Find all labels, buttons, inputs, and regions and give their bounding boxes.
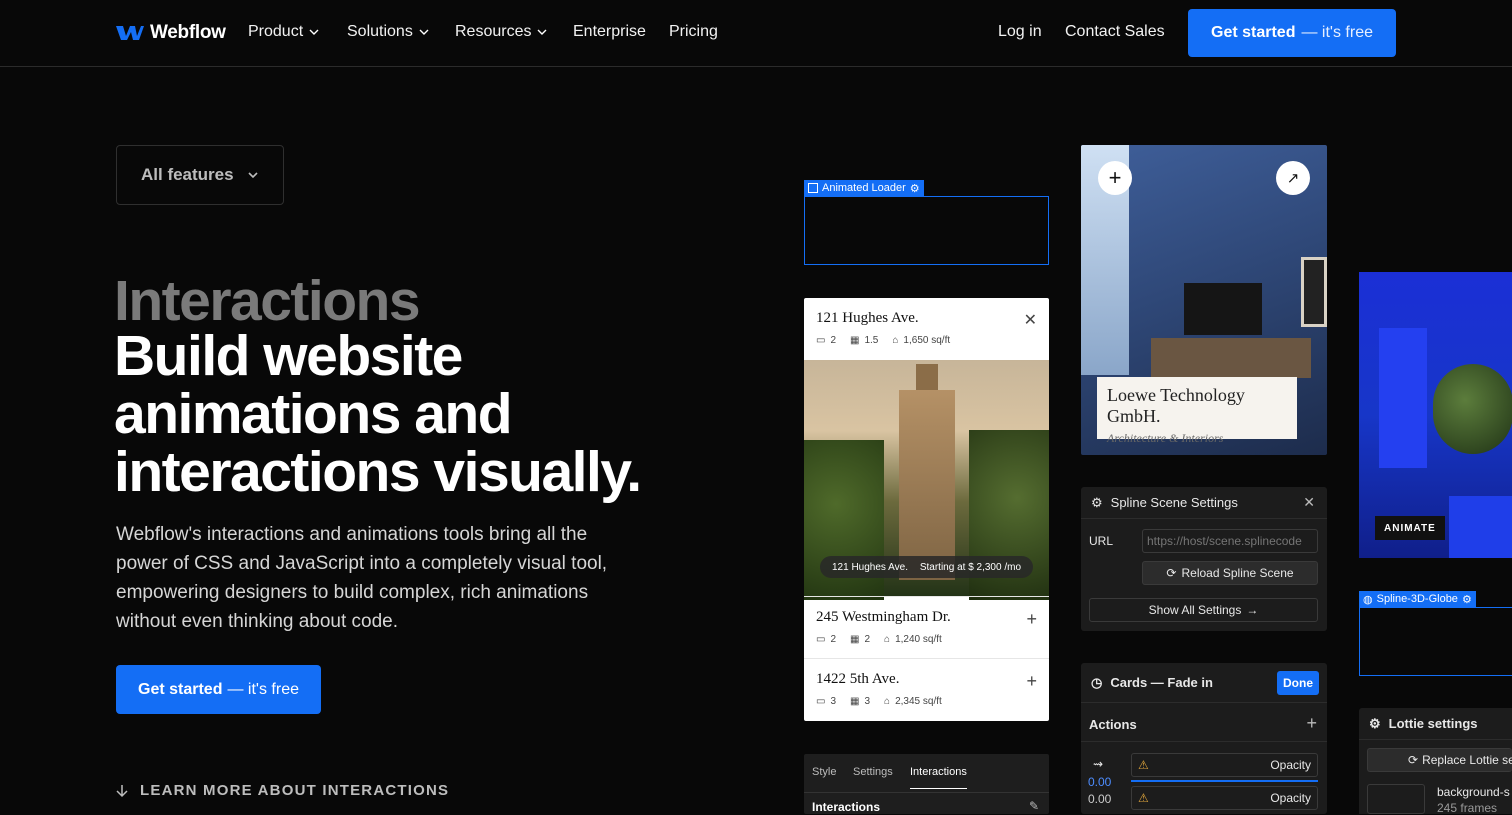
timeline-bar[interactable] — [1131, 780, 1318, 782]
bed-icon: ▭ 2 — [816, 634, 837, 645]
globe-icon: ◍ — [1363, 593, 1373, 606]
show-all-settings-button[interactable]: Show All Settings → — [1089, 598, 1318, 622]
features-select[interactable]: All features — [116, 145, 284, 205]
brand-name: Webflow — [150, 22, 226, 43]
style-panel: Style Settings Interactions Interactions… — [804, 754, 1049, 814]
webflow-logo-icon — [116, 26, 144, 40]
top-nav: Webflow Product Solutions Resources Ente… — [0, 0, 1512, 67]
arrow-right-icon: → — [1246, 603, 1259, 617]
listing-item-2[interactable]: 245 Westmingham Dr. ▭ 2 ▦ 2 ⌂ 1,240 sq/ft … — [804, 596, 1049, 658]
lottie-frames: 245 frames — [1437, 801, 1498, 815]
animate-badge[interactable]: ANIMATE — [1375, 516, 1445, 540]
element-tag-spline-globe[interactable]: ◍ Spline-3D-Globe ⚙ — [1359, 591, 1476, 607]
nav-product[interactable]: Product — [248, 23, 319, 41]
blue-sculpture-image: ANIMATE — [1359, 272, 1512, 558]
bath-icon: ▦ 1.5 — [850, 335, 879, 346]
interactions-heading: Interactions — [812, 800, 881, 814]
arrow-down-icon — [116, 784, 128, 797]
reload-spline-button[interactable]: ⟳ Reload Spline Scene — [1142, 561, 1318, 585]
gear-icon: ⚙ — [1369, 715, 1381, 731]
share-icon[interactable]: ↗ — [1276, 161, 1310, 195]
plus-icon[interactable]: + — [1026, 609, 1037, 630]
close-icon[interactable]: ✕ — [1024, 310, 1037, 330]
warning-icon: ⚠ — [1138, 758, 1149, 772]
plus-icon[interactable]: + — [1306, 713, 1317, 734]
url-label: URL — [1089, 534, 1114, 548]
listing-photo: 121 Hughes Ave. Starting at $ 2,300 /mo — [804, 360, 1049, 600]
listing-card: 121 Hughes Ave. ▭ 2 ▦ 1.5 ⌂ 1,650 sq/ft ✕ … — [804, 298, 1049, 721]
gear-icon: ⚙ — [909, 182, 920, 195]
lottie-thumbnail — [1367, 784, 1425, 814]
listing-item-3[interactable]: 1422 5th Ave. ▭ 3 ▦ 3 ⌂ 2,345 sq/ft + — [804, 658, 1049, 721]
lottie-file-name: background-s — [1437, 785, 1510, 799]
refresh-icon: ⟳ — [1166, 566, 1177, 580]
home-icon: ⌂ 1,240 sq/ft — [884, 634, 942, 645]
nav-pricing[interactable]: Pricing — [669, 23, 718, 41]
listing-price-pill: 121 Hughes Ave. Starting at $ 2,300 /mo — [820, 556, 1033, 578]
hero-headline: Build website animations and interaction… — [114, 324, 642, 504]
warning-icon: ⚠ — [1138, 791, 1149, 805]
interior-image: + ↗ Loewe Technology GmbH. Architecture … — [1081, 145, 1327, 455]
features-select-label: All features — [141, 165, 234, 184]
bed-icon: ▭ 2 — [816, 335, 837, 346]
lottie-settings-panel: ⚙ Lottie settings ⟳ Replace Lottie se bac… — [1359, 708, 1512, 815]
brand-card: Loewe Technology GmbH. Architecture & In… — [1097, 377, 1297, 445]
chevron-down-icon — [309, 29, 319, 35]
nav-get-started-button[interactable]: Get started — it's free — [1188, 9, 1396, 57]
element-square-icon — [808, 183, 818, 193]
cards-fade-panel: ◷ Cards — Fade in Done Actions + ⇝ 0.00 … — [1081, 663, 1327, 814]
spline-settings-panel: ⚙ Spline Scene Settings ✕ URL ⟳Reload Sp… — [1081, 487, 1327, 631]
listing-item-1[interactable]: 121 Hughes Ave. ▭ 2 ▦ 1.5 ⌂ 1,650 sq/ft — [816, 310, 950, 346]
add-icon[interactable]: + — [1098, 161, 1132, 195]
animated-loader-box[interactable] — [804, 196, 1049, 265]
tab-interactions[interactable]: Interactions — [910, 766, 967, 789]
nav-login[interactable]: Log in — [998, 23, 1042, 41]
plus-icon[interactable]: + — [1026, 671, 1037, 692]
clock-icon: ◷ — [1091, 674, 1103, 690]
bath-icon: ▦ 2 — [850, 634, 871, 645]
nav-contact-sales[interactable]: Contact Sales — [1065, 23, 1165, 41]
spline-url-input[interactable] — [1142, 529, 1318, 553]
replace-lottie-button[interactable]: ⟳ Replace Lottie se — [1367, 748, 1512, 772]
close-icon[interactable]: ✕ — [1303, 494, 1315, 511]
opacity-action[interactable]: ⚠ Opacity — [1131, 786, 1318, 810]
chevron-down-icon — [248, 172, 258, 179]
refresh-icon: ⟳ — [1408, 753, 1419, 767]
tab-settings[interactable]: Settings — [853, 766, 893, 778]
brush-icon[interactable]: ✎ — [1029, 799, 1039, 813]
easing-icon: ⇝ — [1093, 757, 1104, 771]
nav-enterprise[interactable]: Enterprise — [573, 23, 646, 41]
chevron-down-icon — [419, 29, 429, 35]
done-button[interactable]: Done — [1277, 671, 1319, 695]
tab-style[interactable]: Style — [812, 766, 836, 778]
element-tag-animated-loader[interactable]: Animated Loader ⚙ — [804, 180, 924, 196]
actions-heading: Actions — [1089, 717, 1137, 732]
hero-description: Webflow's interactions and animations to… — [116, 524, 608, 632]
home-icon: ⌂ 2,345 sq/ft — [884, 696, 942, 707]
webflow-logo[interactable]: Webflow — [116, 22, 226, 44]
gear-icon: ⚙ — [1091, 494, 1103, 510]
learn-more-link[interactable]: LEARN MORE ABOUT INTERACTIONS — [116, 782, 449, 799]
opacity-action[interactable]: ⚠ Opacity — [1131, 753, 1318, 777]
home-icon: ⌂ 1,650 sq/ft — [892, 335, 951, 346]
timing-value[interactable]: 0.00 — [1088, 775, 1111, 789]
chevron-down-icon — [537, 29, 547, 35]
bath-icon: ▦ 3 — [850, 696, 871, 707]
hero-get-started-button[interactable]: Get started — it's free — [116, 665, 321, 714]
nav-resources[interactable]: Resources — [455, 23, 547, 41]
gear-icon: ⚙ — [1461, 593, 1472, 606]
bed-icon: ▭ 3 — [816, 696, 837, 707]
nav-solutions[interactable]: Solutions — [347, 23, 429, 41]
timing-value[interactable]: 0.00 — [1088, 792, 1111, 806]
spline-globe-box[interactable] — [1359, 607, 1512, 676]
